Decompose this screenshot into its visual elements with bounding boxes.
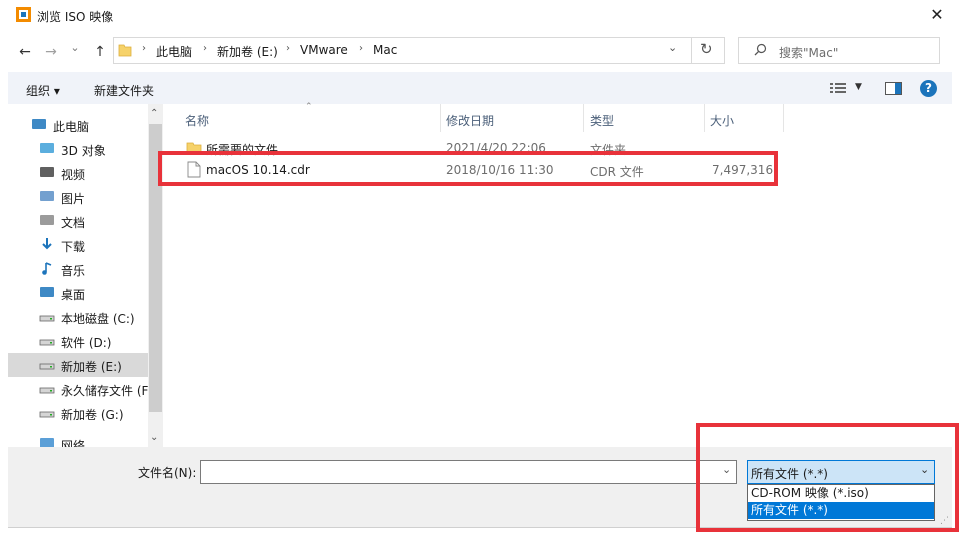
column-divider[interactable] <box>583 104 584 132</box>
sidebar-item[interactable]: 下载 <box>8 233 148 257</box>
sidebar-item-label: 音乐 <box>61 264 86 278</box>
column-divider[interactable] <box>783 104 784 132</box>
column-header-name[interactable]: 名称 <box>185 112 209 129</box>
cube-icon <box>39 141 55 156</box>
desktop-icon <box>39 285 55 300</box>
search-icon <box>754 43 767 56</box>
annotation-highlight-file <box>158 151 778 186</box>
column-divider[interactable] <box>704 104 705 132</box>
drive-icon <box>39 381 55 396</box>
sidebar-item[interactable]: 软件 (D:) <box>8 329 148 353</box>
new-folder-button[interactable]: 新建文件夹 <box>94 82 154 99</box>
help-icon[interactable]: ? <box>920 80 937 97</box>
breadcrumb-mac[interactable]: Mac <box>373 43 397 57</box>
drive-icon <box>39 309 55 324</box>
sidebar-item-label: 3D 对象 <box>61 144 106 158</box>
folder-icon <box>118 44 132 57</box>
sidebar-item-label: 软件 (D:) <box>61 336 112 350</box>
back-arrow-icon[interactable]: ← <box>15 42 35 62</box>
refresh-icon[interactable]: ↻ <box>700 40 713 58</box>
search-placeholder: 搜索"Mac" <box>779 46 839 60</box>
column-header-type[interactable]: 类型 <box>590 112 614 129</box>
chevron-right-icon[interactable]: › <box>286 43 290 54</box>
filename-input[interactable] <box>200 460 737 484</box>
organize-button[interactable]: 组织 ▾ <box>26 82 60 99</box>
recent-locations-chevron-icon[interactable]: ⌄ <box>65 38 85 58</box>
window-title: 浏览 ISO 映像 <box>37 10 114 24</box>
up-arrow-icon[interactable]: ↑ <box>90 42 110 62</box>
breadcrumb-this-pc[interactable]: 此电脑 <box>156 43 192 60</box>
sidebar-item[interactable]: 永久储存文件 (F <box>8 377 148 401</box>
sidebar-item-label: 图片 <box>61 192 86 206</box>
column-header-size[interactable]: 大小 <box>710 112 734 129</box>
sidebar-item[interactable]: 3D 对象 <box>8 137 148 161</box>
sidebar-item[interactable]: 视频 <box>8 161 148 185</box>
preview-pane-icon[interactable] <box>885 82 902 95</box>
breadcrumb-drive-e[interactable]: 新加卷 (E:) <box>217 43 278 60</box>
sidebar-item[interactable]: 此电脑 <box>8 113 148 137</box>
sidebar-item-label: 永久储存文件 (F <box>61 384 149 398</box>
sidebar-item[interactable]: 新加卷 (E:) <box>8 353 148 377</box>
sidebar-item[interactable]: 本地磁盘 (C:) <box>8 305 148 329</box>
sidebar-item-label: 桌面 <box>61 288 86 302</box>
chevron-right-icon[interactable]: › <box>142 43 146 54</box>
picture-icon <box>39 189 55 204</box>
sidebar-item-label: 新加卷 (G:) <box>61 408 124 422</box>
chevron-right-icon[interactable]: › <box>203 43 207 54</box>
view-options-icon[interactable] <box>830 82 846 95</box>
chevron-right-icon[interactable]: › <box>359 43 363 54</box>
sidebar-item-label: 新加卷 (E:) <box>61 360 122 374</box>
download-icon <box>39 237 55 252</box>
forward-arrow-icon[interactable]: → <box>41 42 61 62</box>
music-icon <box>39 261 55 276</box>
sidebar-item[interactable]: 新加卷 (G:) <box>8 401 148 425</box>
video-icon <box>39 165 55 180</box>
close-icon[interactable]: ✕ <box>925 4 949 26</box>
computer-icon <box>31 117 47 132</box>
sidebar-item[interactable]: 文档 <box>8 209 148 233</box>
filename-label: 文件名(N): <box>138 466 197 480</box>
view-dropdown-icon[interactable]: ▼ <box>855 82 862 92</box>
sort-ascending-icon: ⌃ <box>305 102 313 112</box>
document-icon <box>39 213 55 228</box>
scroll-up-icon[interactable]: ⌃ <box>150 108 158 119</box>
title-bar <box>0 0 960 31</box>
column-divider[interactable] <box>440 104 441 132</box>
sidebar-item-label: 此电脑 <box>53 120 90 134</box>
sidebar-item-label: 本地磁盘 (C:) <box>61 312 135 326</box>
scroll-down-icon[interactable]: ⌄ <box>150 432 158 443</box>
drive-icon <box>39 405 55 420</box>
address-history-chevron-icon[interactable]: ⌄ <box>668 41 677 54</box>
breadcrumb-vmware[interactable]: VMware <box>300 43 348 57</box>
sidebar-item-label: 文档 <box>61 216 86 230</box>
column-header-date[interactable]: 修改日期 <box>446 112 494 129</box>
drive-icon <box>39 357 55 372</box>
sidebar-item[interactable]: 图片 <box>8 185 148 209</box>
sidebar-item-label: 下载 <box>61 240 86 254</box>
vmware-app-icon <box>16 7 31 22</box>
address-divider <box>691 37 692 64</box>
search-input[interactable] <box>738 37 940 64</box>
annotation-highlight-filter <box>696 423 959 532</box>
drive-icon <box>39 333 55 348</box>
sidebar-item[interactable]: 音乐 <box>8 257 148 281</box>
sidebar-item[interactable]: 桌面 <box>8 281 148 305</box>
sidebar-item-label: 视频 <box>61 168 86 182</box>
